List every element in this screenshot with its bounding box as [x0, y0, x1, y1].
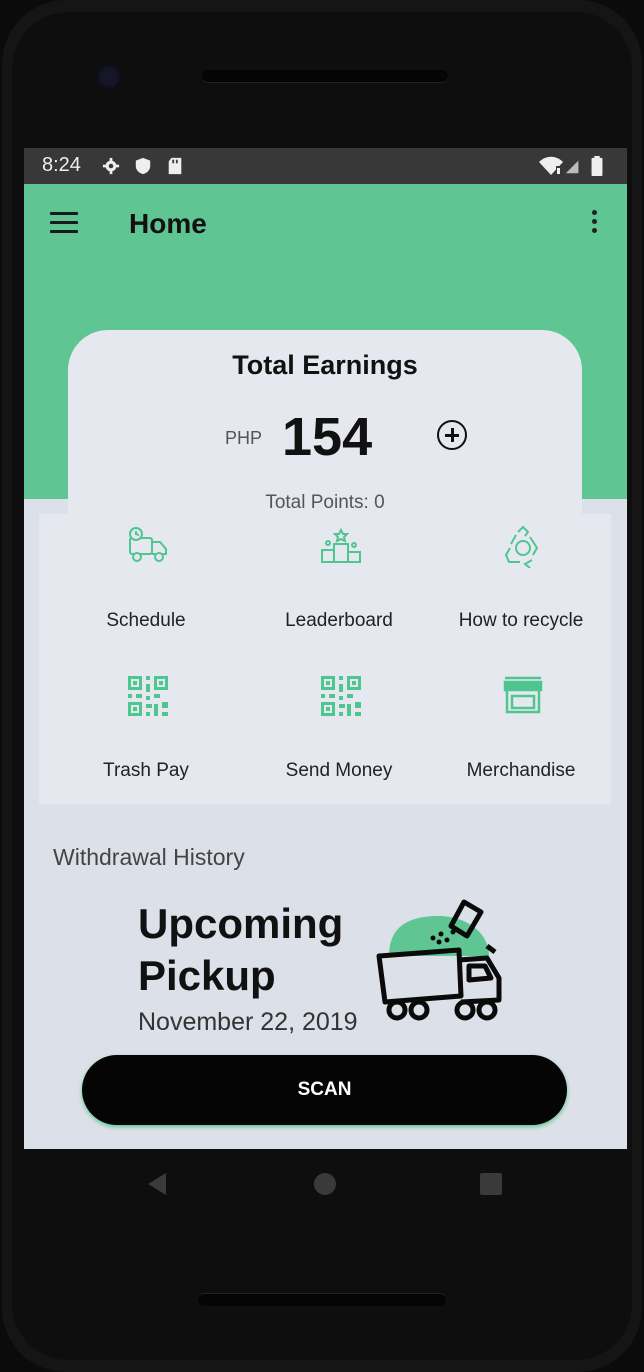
earpiece-speaker — [202, 70, 448, 82]
app-screen: 8:24 Home Total Earnings PHP 154 Total P… — [24, 148, 627, 1149]
sd-card-icon — [168, 157, 182, 175]
home-icon[interactable] — [312, 1171, 338, 1197]
upcoming-title-line2: Pickup — [138, 952, 276, 999]
qr-code-icon — [321, 676, 361, 716]
action-leaderboard[interactable]: Leaderboard — [244, 514, 434, 654]
action-send-money[interactable]: Send Money — [244, 664, 434, 804]
status-bar: 8:24 — [24, 148, 627, 184]
earnings-title: Total Earnings — [232, 350, 418, 380]
page-title: Home — [129, 208, 207, 239]
action-label: Trash Pay — [103, 760, 189, 781]
wifi-icon — [539, 156, 563, 175]
total-points: Total Points: 0 — [265, 492, 385, 513]
bottom-speaker — [198, 1294, 446, 1306]
action-label: Merchandise — [466, 760, 576, 781]
more-options-icon[interactable] — [586, 210, 602, 238]
qr-code-icon — [128, 676, 168, 716]
earnings-amount: 154 — [282, 407, 373, 467]
action-schedule[interactable]: Schedule — [51, 514, 241, 654]
add-funds-icon[interactable] — [437, 420, 467, 450]
action-label: Send Money — [285, 760, 393, 781]
recents-icon[interactable] — [478, 1171, 504, 1197]
action-trash-pay[interactable]: Trash Pay — [51, 664, 241, 804]
upcoming-date: November 22, 2019 — [138, 1008, 358, 1036]
garbage-truck-icon — [376, 899, 502, 1021]
recycle-icon — [504, 525, 539, 568]
store-icon — [503, 676, 543, 714]
shield-icon — [135, 157, 151, 175]
back-icon[interactable] — [144, 1171, 170, 1197]
currency-label: PHP — [225, 428, 263, 448]
scan-button[interactable]: SCAN — [82, 1055, 567, 1125]
podium-icon — [321, 527, 361, 563]
android-nav-bar — [24, 1149, 627, 1219]
upcoming-title-line1: Upcoming — [138, 900, 344, 947]
action-label: Leaderboard — [285, 610, 393, 631]
app-bar: Home Total Earnings PHP 154 Total Points… — [24, 184, 627, 560]
battery-icon — [591, 156, 603, 176]
withdrawal-history-link[interactable]: Withdrawal History — [53, 844, 245, 871]
action-merchandise[interactable]: Merchandise — [426, 664, 616, 804]
action-label: How to recycle — [458, 610, 584, 631]
signal-icon — [565, 160, 579, 174]
settings-icon — [102, 157, 120, 175]
menu-icon[interactable] — [50, 212, 78, 234]
actions-panel: Schedule Leaderboard How to recycle Tras… — [39, 514, 611, 804]
status-time: 8:24 — [42, 154, 81, 176]
action-label: Schedule — [106, 610, 186, 631]
front-camera — [96, 64, 122, 90]
truck-icon — [129, 527, 167, 562]
action-how-to-recycle[interactable]: How to recycle — [426, 514, 616, 654]
